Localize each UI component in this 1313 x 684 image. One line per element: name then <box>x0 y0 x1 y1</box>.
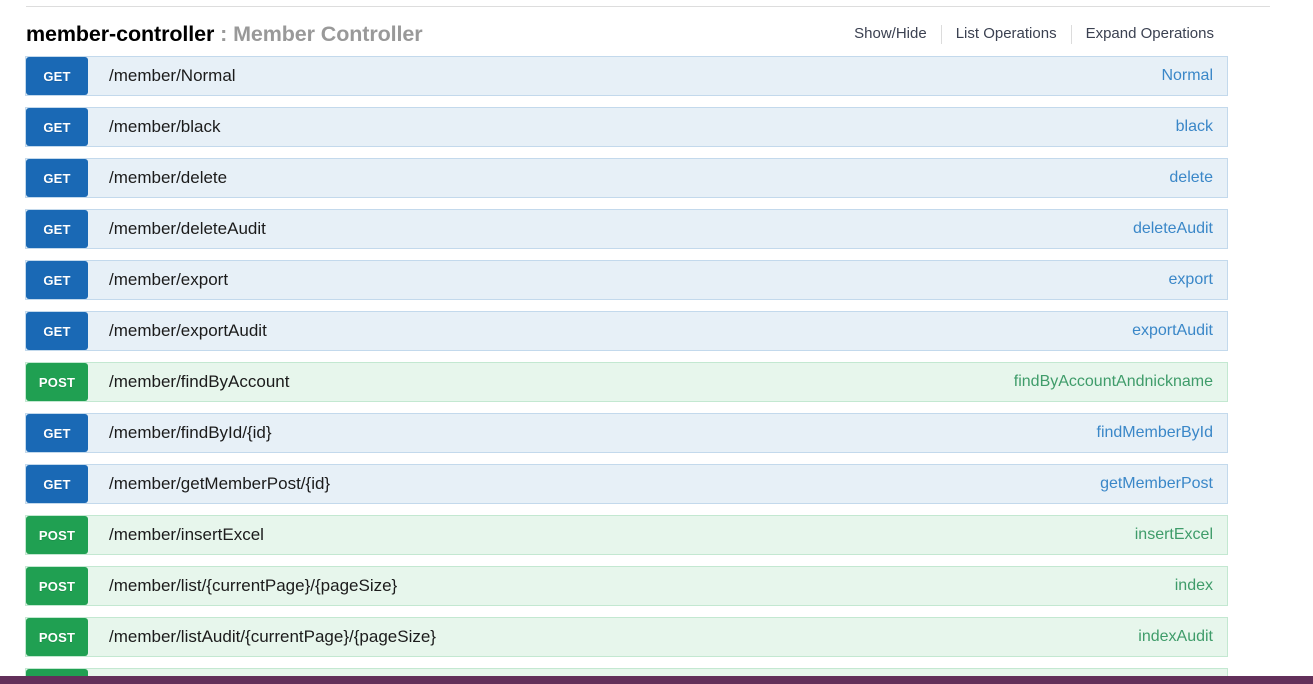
operation-summary[interactable]: indexAudit <box>1138 618 1227 656</box>
resource-header: member-controller : Member Controller Sh… <box>0 14 1313 54</box>
method-badge-post: POST <box>26 363 88 401</box>
operation-summary[interactable]: getMemberPost <box>1100 465 1227 503</box>
method-badge-post: POST <box>26 618 88 656</box>
operation-row[interactable]: GET/member/black black <box>25 107 1228 147</box>
resource-separator: : <box>214 22 234 46</box>
method-badge-post: POST <box>26 516 88 554</box>
operation-path[interactable]: /member/black <box>88 108 1176 146</box>
operation-summary[interactable]: deleteAudit <box>1133 210 1227 248</box>
method-badge-get: GET <box>26 57 88 95</box>
operation-row[interactable]: GET/member/getMemberPost/{id} getMemberPo… <box>25 464 1228 504</box>
operation-path[interactable]: /member/listAudit/{currentPage}/{pageSiz… <box>88 618 1138 656</box>
swagger-page: member-controller : Member Controller Sh… <box>0 0 1313 684</box>
operation-summary[interactable]: black <box>1176 108 1227 146</box>
operation-row[interactable]: POST/member/listAudit/{currentPage}/{pag… <box>25 617 1228 657</box>
operation-path[interactable]: /member/getMemberPost/{id} <box>88 465 1100 503</box>
operation-path[interactable]: /member/insertExcel <box>88 516 1135 554</box>
operation-row[interactable]: GET/member/findById/{id} findMemberById <box>25 413 1228 453</box>
operation-summary[interactable]: findMemberById <box>1097 414 1228 452</box>
operation-row[interactable]: POST/member/findByAccount findByAccountAn… <box>25 362 1228 402</box>
list-operations-link[interactable]: List Operations <box>942 24 1071 44</box>
operation-path[interactable]: /member/export <box>88 261 1169 299</box>
operation-row[interactable]: GET/member/Normal Normal <box>25 56 1228 96</box>
top-divider <box>26 6 1270 7</box>
operation-row[interactable]: GET/member/deleteAudit deleteAudit <box>25 209 1228 249</box>
operation-summary[interactable]: export <box>1169 261 1227 299</box>
operation-row[interactable]: POST/member/insertExcel insertExcel <box>25 515 1228 555</box>
resource-description: Member Controller <box>233 22 423 46</box>
operation-path[interactable]: /member/Normal <box>88 57 1161 95</box>
operation-summary[interactable]: insertExcel <box>1135 516 1227 554</box>
operation-row[interactable]: GET/member/export export <box>25 260 1228 300</box>
operation-path[interactable]: /member/findByAccount <box>88 363 1014 401</box>
method-badge-get: GET <box>26 465 88 503</box>
operation-summary[interactable]: index <box>1175 567 1227 605</box>
operation-summary[interactable]: Normal <box>1161 57 1227 95</box>
operation-path[interactable]: /member/deleteAudit <box>88 210 1133 248</box>
operation-path[interactable]: /member/delete <box>88 159 1169 197</box>
resource-title: member-controller : Member Controller <box>26 14 423 54</box>
operations-list: GET/member/Normal Normal GET/member/black b… <box>0 56 1313 684</box>
desktop-taskbar <box>0 676 1313 684</box>
method-badge-get: GET <box>26 312 88 350</box>
resource-id[interactable]: member-controller <box>26 22 214 46</box>
resource-options: Show/Hide List Operations Expand Operati… <box>854 14 1214 54</box>
method-badge-get: GET <box>26 108 88 146</box>
operation-summary[interactable]: delete <box>1169 159 1227 197</box>
operation-path[interactable]: /member/findById/{id} <box>88 414 1097 452</box>
method-badge-get: GET <box>26 159 88 197</box>
method-badge-post: POST <box>26 567 88 605</box>
operation-summary[interactable]: exportAudit <box>1132 312 1227 350</box>
method-badge-get: GET <box>26 210 88 248</box>
show-hide-link[interactable]: Show/Hide <box>854 24 941 44</box>
operation-row[interactable]: POST/member/list/{currentPage}/{pageSize… <box>25 566 1228 606</box>
method-badge-get: GET <box>26 414 88 452</box>
operation-path[interactable]: /member/list/{currentPage}/{pageSize} <box>88 567 1175 605</box>
expand-operations-link[interactable]: Expand Operations <box>1072 24 1214 44</box>
operation-summary[interactable]: findByAccountAndnickname <box>1014 363 1227 401</box>
operation-path[interactable]: /member/exportAudit <box>88 312 1132 350</box>
operation-row[interactable]: GET/member/delete delete <box>25 158 1228 198</box>
operation-row[interactable]: GET/member/exportAudit exportAudit <box>25 311 1228 351</box>
method-badge-get: GET <box>26 261 88 299</box>
